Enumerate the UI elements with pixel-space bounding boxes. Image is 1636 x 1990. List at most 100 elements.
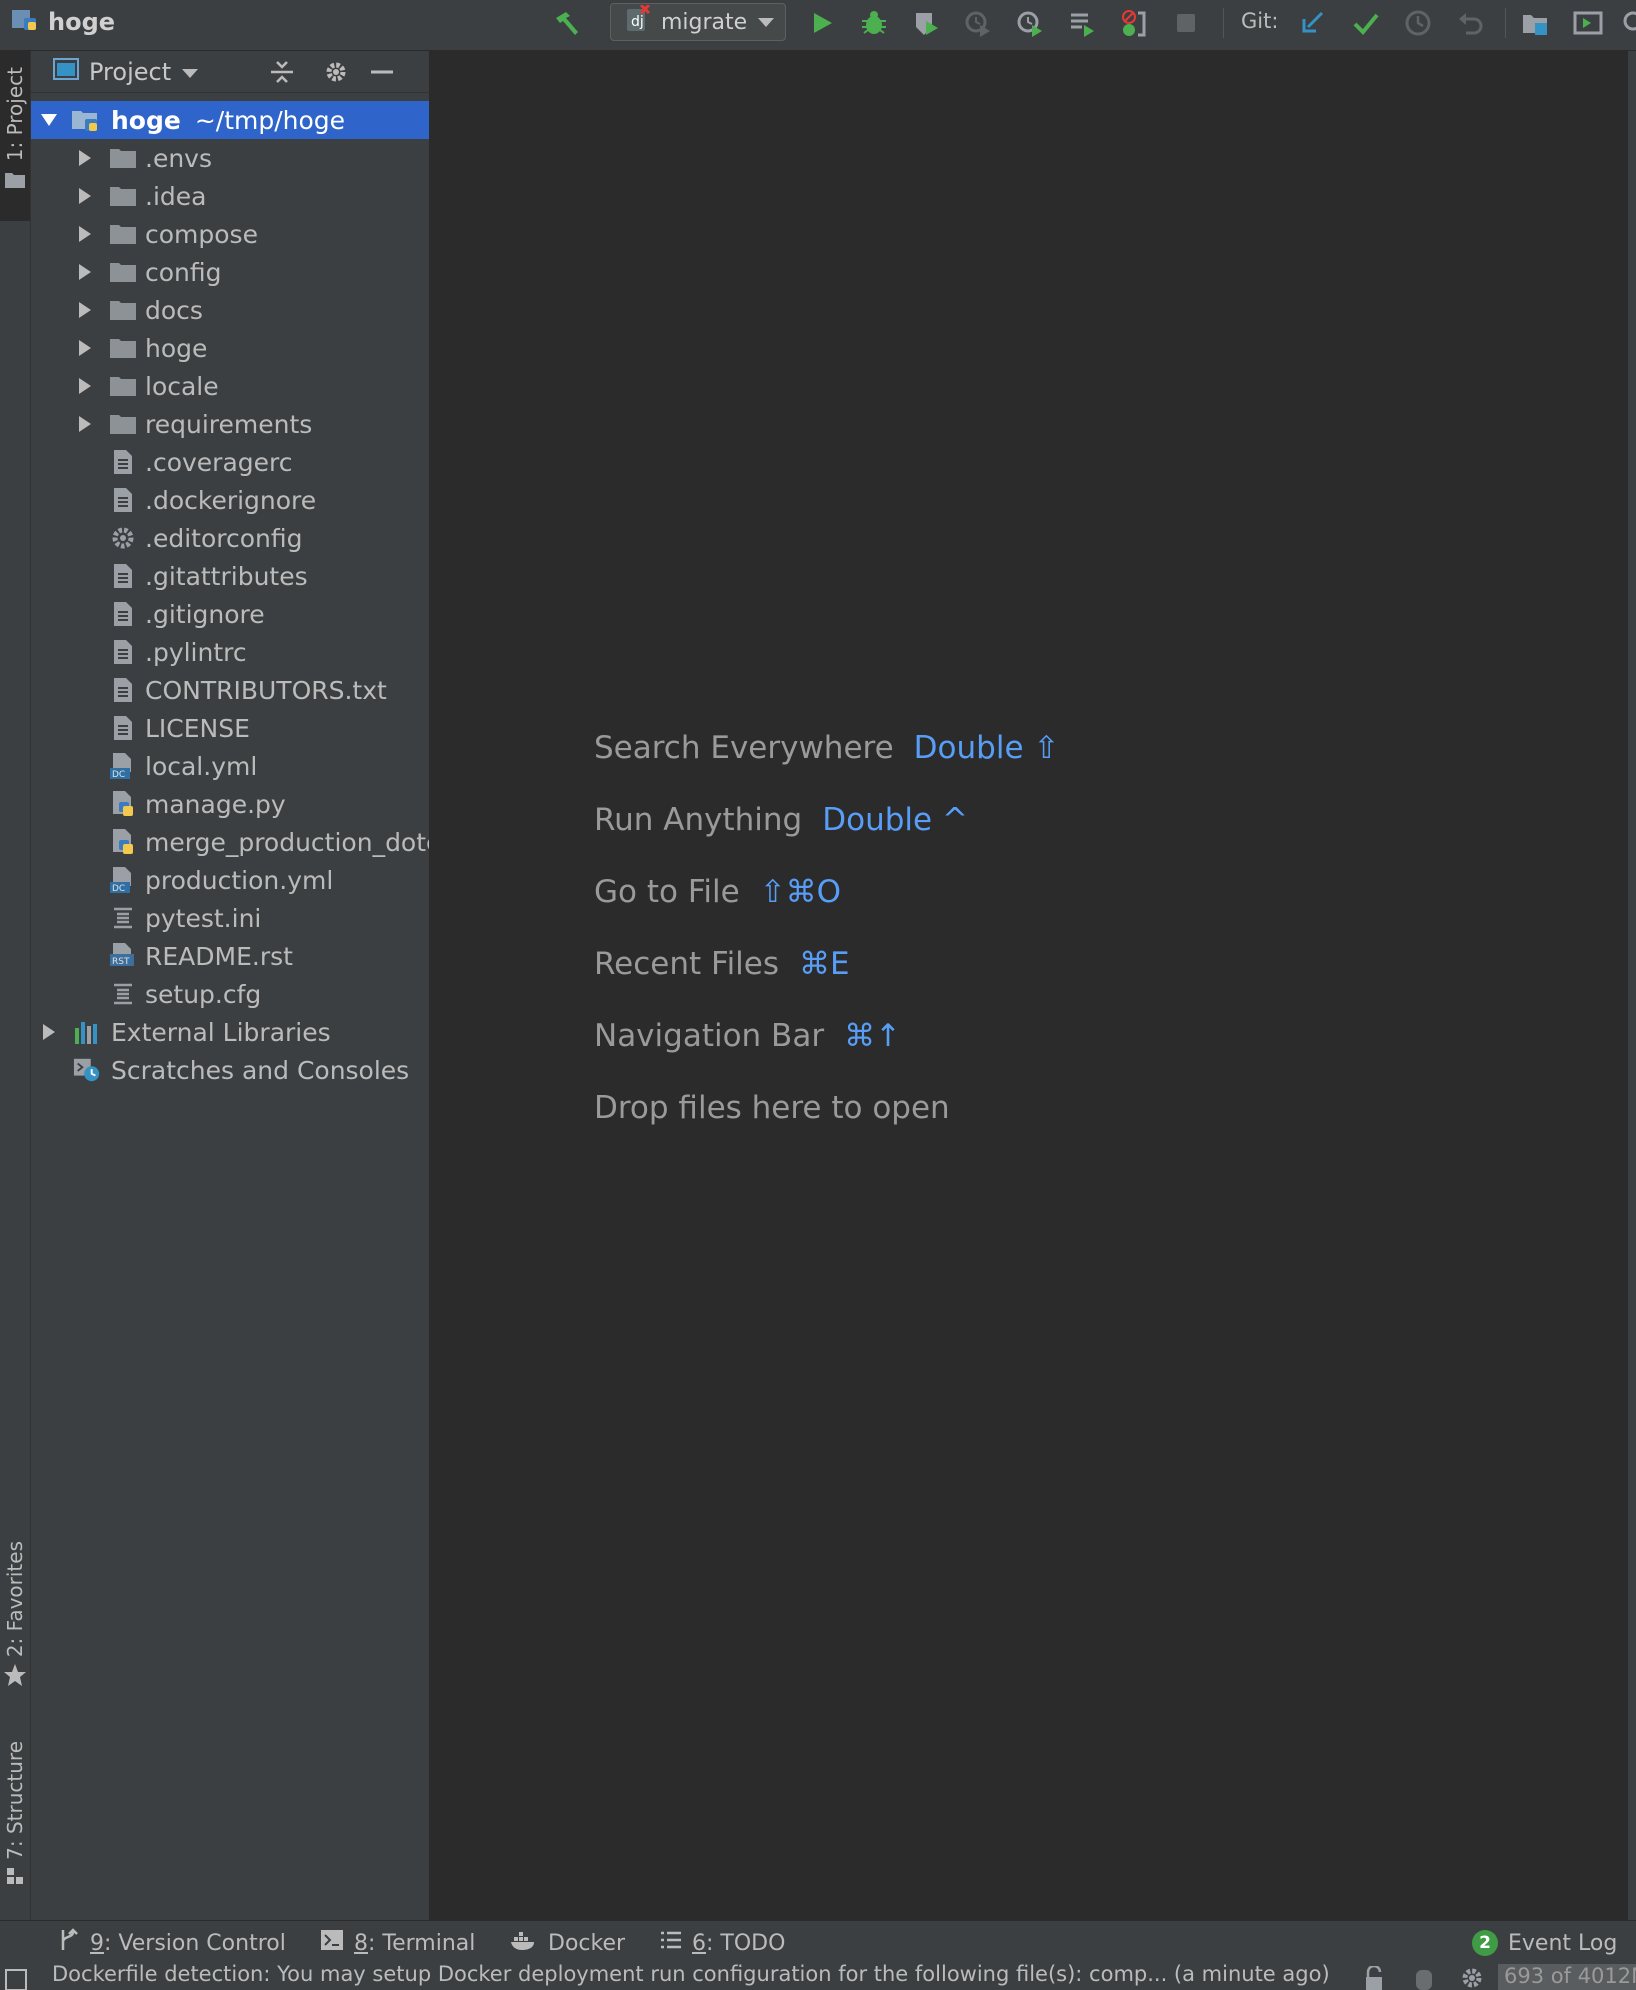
tree-folder-row[interactable]: hoge	[31, 329, 429, 367]
expand-arrow-icon[interactable]	[75, 186, 95, 206]
docker-compose-file-icon: DC	[109, 752, 137, 780]
tree-folder-row[interactable]: config	[31, 253, 429, 291]
tree-folder-row[interactable]: .idea	[31, 177, 429, 215]
tree-item-label: production.yml	[145, 865, 334, 895]
tab-label: 9: Version Control	[90, 1931, 286, 1956]
tab-favorites[interactable]: 2: Favorites	[0, 1541, 30, 1711]
tree-file-row[interactable]: .gitignore	[31, 595, 429, 633]
tab-terminal[interactable]: 8: Terminal	[320, 1921, 475, 1965]
collapse-all-icon[interactable]	[267, 57, 297, 87]
tree-file-row[interactable]: setup.cfg	[31, 975, 429, 1013]
folder-icon	[109, 410, 137, 438]
tree-external-libraries-row[interactable]: External Libraries	[31, 1013, 429, 1051]
expand-arrow-icon[interactable]	[39, 1022, 59, 1042]
coverage-icon[interactable]	[911, 8, 941, 38]
tree-folder-row[interactable]: compose	[31, 215, 429, 253]
run-icon[interactable]	[807, 8, 837, 38]
expand-arrow-icon[interactable]	[39, 110, 59, 130]
structure-icon	[5, 1866, 25, 1890]
hint-shortcut: Double ^	[822, 802, 968, 838]
empty-editor-hints: Search Everywhere Double ⇧ Run Anything Do…	[594, 712, 1059, 1144]
attach-icon[interactable]	[1119, 8, 1149, 38]
tree-folder-row[interactable]: requirements	[31, 405, 429, 443]
gear-icon[interactable]	[321, 57, 351, 87]
git-update-icon[interactable]	[1299, 8, 1329, 38]
tree-file-row[interactable]: merge_production_dotenvs_in_dotenv.py	[31, 823, 429, 861]
tree-item-label: locale	[145, 371, 219, 401]
tree-file-row[interactable]: .pylintrc	[31, 633, 429, 671]
project-view-selector[interactable]: Project	[53, 57, 199, 86]
project-title[interactable]: hoge	[10, 0, 115, 44]
status-message[interactable]: Dockerfile detection: You may setup Dock…	[52, 1964, 1330, 1986]
hint-navigation-bar: Navigation Bar ⌘↑	[594, 1000, 1059, 1072]
tree-file-row[interactable]: CONTRIBUTORS.txt	[31, 671, 429, 709]
tree-scratches-row[interactable]: Scratches and Consoles	[31, 1051, 429, 1089]
expand-arrow-icon[interactable]	[75, 148, 95, 168]
expand-arrow-icon[interactable]	[75, 262, 95, 282]
tree-file-row[interactable]: .gitattributes	[31, 557, 429, 595]
git-commit-icon[interactable]	[1351, 8, 1381, 38]
build-hammer-icon[interactable]	[552, 8, 582, 38]
tab-event-log[interactable]: 2 Event Log	[1472, 1921, 1617, 1965]
lock-icon[interactable]	[1362, 1964, 1386, 1990]
tree-file-row[interactable]: LICENSE	[31, 709, 429, 747]
tab-mnemonic: 9	[90, 1930, 104, 1956]
toggle-tool-windows-icon[interactable]	[4, 1968, 28, 1990]
tree-item-label: .editorconfig	[145, 523, 303, 553]
svg-text:DC: DC	[112, 884, 125, 894]
tree-file-row[interactable]: .coveragerc	[31, 443, 429, 481]
tab-todo[interactable]: 6: TODO	[660, 1921, 785, 1965]
run-list-icon[interactable]	[1067, 8, 1097, 38]
concurrency-icon[interactable]	[1015, 8, 1045, 38]
svg-text:RST: RST	[112, 957, 130, 967]
hide-panel-icon[interactable]	[367, 57, 397, 87]
rst-file-icon: RST	[109, 942, 137, 970]
expand-arrow-icon[interactable]	[75, 300, 95, 320]
settings-icon[interactable]	[1460, 1966, 1484, 1990]
hint-shortcut: ⌘↑	[844, 1018, 902, 1054]
terminal-window-icon[interactable]	[1573, 8, 1603, 38]
tree-root-row[interactable]: hoge ~/tmp/hoge	[31, 101, 429, 139]
tab-project[interactable]: 1: Project	[0, 51, 30, 221]
run-config-selector[interactable]: dj migrate	[610, 3, 786, 41]
search-icon[interactable]	[1616, 8, 1636, 38]
expand-arrow-icon[interactable]	[75, 224, 95, 244]
docker-icon	[510, 1929, 538, 1957]
tab-label-text: : Version Control	[104, 1930, 286, 1956]
inspector-icon[interactable]	[1412, 1966, 1436, 1990]
python-project-icon	[10, 6, 40, 38]
tree-folder-row[interactable]: locale	[31, 367, 429, 405]
tree-item-label: LICENSE	[145, 713, 250, 743]
tree-folder-row[interactable]: .envs	[31, 139, 429, 177]
tab-label-text: Docker	[548, 1930, 626, 1956]
tree-file-row[interactable]: RST README.rst	[31, 937, 429, 975]
text-file-icon	[109, 638, 137, 666]
tab-version-control[interactable]: 9: Version Control	[58, 1921, 286, 1965]
git-history-icon[interactable]	[1403, 8, 1433, 38]
folder-icon	[109, 296, 137, 324]
memory-indicator[interactable]: 693 of 4012M	[1498, 1964, 1636, 1990]
tab-structure[interactable]: 7: Structure	[0, 1741, 30, 1911]
tree-file-row[interactable]: .dockerignore	[31, 481, 429, 519]
expand-arrow-icon[interactable]	[75, 376, 95, 396]
tree-file-row[interactable]: DC local.yml	[31, 747, 429, 785]
text-file-icon	[109, 676, 137, 704]
tree-file-row[interactable]: .editorconfig	[31, 519, 429, 557]
tree-item-label: setup.cfg	[145, 979, 262, 1009]
tree-file-row[interactable]: DC production.yml	[31, 861, 429, 899]
tab-docker[interactable]: Docker	[510, 1921, 625, 1965]
tree-file-row[interactable]: manage.py	[31, 785, 429, 823]
tree-file-row[interactable]: pytest.ini	[31, 899, 429, 937]
ini-file-icon	[109, 904, 137, 932]
tree-item-label: .dockerignore	[145, 485, 317, 515]
git-rollback-icon[interactable]	[1455, 8, 1485, 38]
project-structure-icon[interactable]	[1521, 8, 1551, 38]
debug-icon[interactable]	[859, 8, 889, 38]
hint-shortcut: Double ⇧	[913, 730, 1060, 766]
expand-arrow-icon[interactable]	[75, 414, 95, 434]
tree-item-label: External Libraries	[111, 1017, 331, 1047]
tree-item-label: local.yml	[145, 751, 258, 781]
tree-folder-row[interactable]: docs	[31, 291, 429, 329]
expand-arrow-icon[interactable]	[75, 338, 95, 358]
version-control-icon	[58, 1928, 80, 1958]
